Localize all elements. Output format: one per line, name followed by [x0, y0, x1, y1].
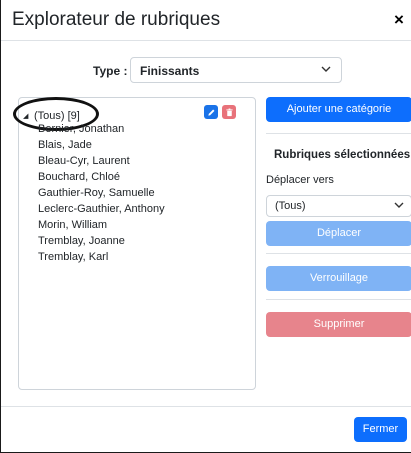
list-item[interactable]: Tremblay, Karl [38, 249, 165, 265]
list-item[interactable]: Leclerc-Gauthier, Anthony [38, 201, 165, 217]
dialog-title: Explorateur de rubriques [12, 9, 221, 30]
explorer-dialog: Explorateur de rubriques × Type : Finiss… [0, 0, 411, 453]
type-label: Type : [93, 64, 128, 78]
chevron-down-icon [321, 66, 331, 72]
add-category-button[interactable]: Ajouter une catégorie [266, 97, 411, 122]
list-item[interactable]: Tremblay, Joanne [38, 233, 165, 249]
list-item[interactable]: Gauthier-Roy, Samuelle [38, 185, 165, 201]
student-list: Bernier, Jonathan Blais, Jade Bleau-Cyr,… [38, 121, 165, 265]
delete-category-button[interactable] [222, 105, 236, 119]
list-item[interactable]: Bouchard, Chloé [38, 169, 165, 185]
move-to-label: Déplacer vers [266, 174, 334, 186]
move-to-select[interactable]: (Tous) [266, 195, 411, 217]
trash-icon [225, 108, 233, 116]
footer-divider [1, 406, 411, 407]
dialog-header: Explorateur de rubriques × [1, 0, 411, 41]
close-button[interactable]: Fermer [354, 417, 407, 442]
divider [266, 253, 411, 254]
divider [266, 299, 411, 300]
delete-button[interactable]: Supprimer [266, 312, 411, 337]
selected-rubrics-heading: Rubriques sélectionnées [274, 149, 411, 161]
lock-button[interactable]: Verrouillage [266, 266, 411, 291]
chevron-down-icon [394, 202, 404, 208]
list-item[interactable]: Morin, William [38, 217, 165, 233]
type-select-value: Finissants [140, 64, 200, 78]
divider [266, 133, 411, 134]
pencil-icon [207, 109, 214, 116]
move-button[interactable]: Déplacer [266, 221, 411, 246]
edit-category-button[interactable] [204, 105, 218, 119]
list-item[interactable]: Bleau-Cyr, Laurent [38, 153, 165, 169]
move-to-value: (Tous) [275, 200, 306, 212]
list-item[interactable]: Blais, Jade [38, 137, 165, 153]
list-item[interactable]: Bernier, Jonathan [38, 121, 165, 137]
type-select[interactable]: Finissants [130, 57, 342, 83]
close-icon[interactable]: × [394, 10, 404, 30]
